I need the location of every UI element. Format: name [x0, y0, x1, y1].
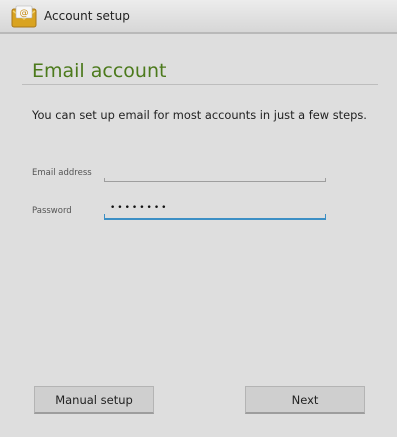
next-button[interactable]: Next [245, 386, 365, 414]
heading-divider [22, 84, 378, 85]
password-field[interactable]: •••••••• [110, 203, 168, 213]
password-underline [104, 214, 326, 220]
email-field[interactable] [104, 166, 326, 180]
email-underline [104, 178, 326, 182]
app-title: Account setup [44, 9, 130, 23]
manual-setup-button[interactable]: Manual setup [34, 386, 154, 414]
instructions-text: You can set up email for most accounts i… [32, 108, 367, 122]
password-label: Password [32, 206, 72, 216]
svg-text:@: @ [20, 9, 29, 19]
email-label: Email address [32, 168, 92, 178]
email-at-icon: @ [11, 5, 37, 28]
page-title: Email account [32, 60, 167, 82]
action-bar: @ Account setup [0, 0, 397, 34]
